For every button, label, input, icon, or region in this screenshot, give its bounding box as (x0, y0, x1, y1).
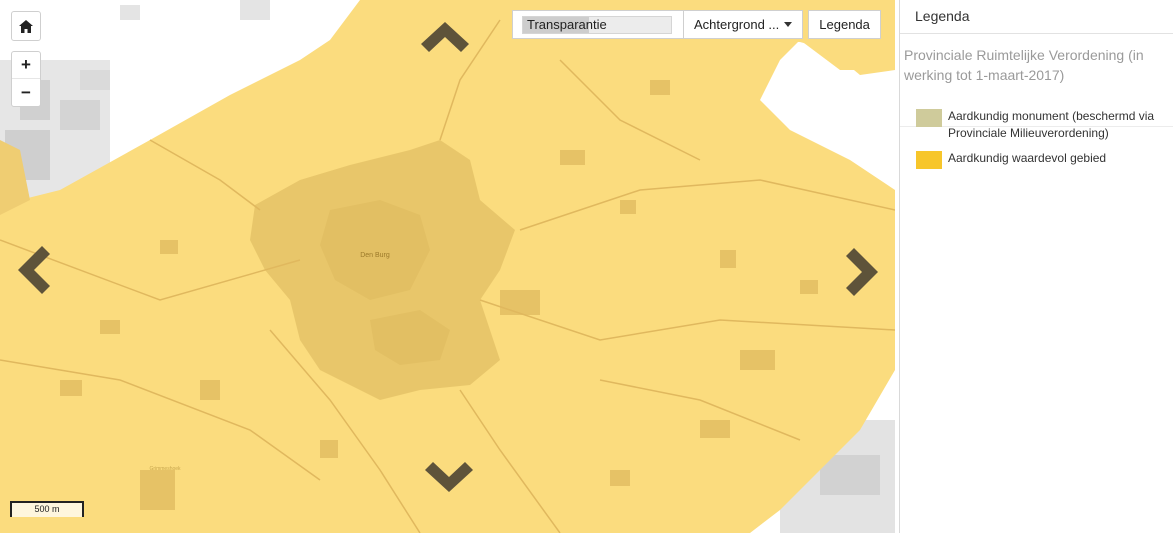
pan-down-icon[interactable] (423, 458, 475, 498)
legend-swatch (916, 109, 942, 127)
map-toolbar: Transparantie Achtergrond ... Legenda (512, 10, 881, 39)
scale-bar: 500 m (10, 501, 84, 517)
background-dropdown[interactable]: Achtergrond ... (684, 10, 804, 39)
zoom-control: + − (11, 51, 41, 107)
map-tiles[interactable]: Den Burg Grimmeshoek (0, 0, 895, 533)
legend-item: Aardkundig waardevol gebied (916, 150, 1106, 169)
caret-down-icon (784, 22, 793, 27)
legend-title: Legenda (900, 0, 1173, 34)
map-canvas[interactable]: Den Burg Grimmeshoek + − Transparantie A… (0, 0, 895, 533)
place-label: Den Burg (360, 252, 390, 259)
zoom-in-button[interactable]: + (12, 52, 40, 79)
zoom-out-button[interactable]: − (12, 79, 40, 106)
transparency-label: Transparantie (527, 16, 607, 32)
home-icon (19, 19, 33, 33)
pan-up-icon[interactable] (419, 18, 471, 58)
transparency-control: Transparantie (512, 10, 684, 39)
transparency-slider[interactable]: Transparantie (522, 15, 672, 34)
legend-item-label: Aardkundig waardevol gebied (948, 151, 1107, 165)
legend-panel: Legenda Provinciale Ruimtelijke Verorden… (899, 0, 1173, 533)
background-dropdown-label: Achtergrond ... (694, 17, 780, 32)
pan-right-icon[interactable] (842, 246, 882, 298)
pan-left-icon[interactable] (14, 244, 54, 296)
home-button[interactable] (11, 11, 41, 41)
legend-swatch (916, 151, 942, 169)
legend-button[interactable]: Legenda (808, 10, 881, 39)
faint-place-label: Grimmeshoek (149, 466, 181, 472)
legend-item-label: Aardkundig monument (beschermd via Provi… (948, 109, 1155, 140)
legend-item: Aardkundig monument (beschermd via Provi… (916, 108, 1173, 142)
